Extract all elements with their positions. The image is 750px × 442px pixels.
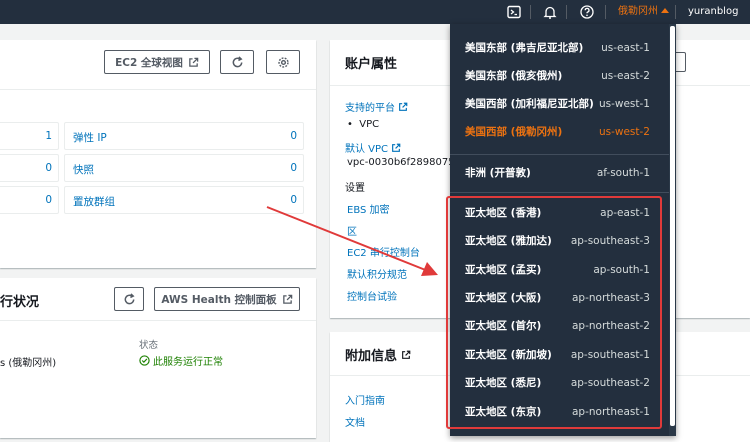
arrow-annotation (266, 206, 438, 276)
